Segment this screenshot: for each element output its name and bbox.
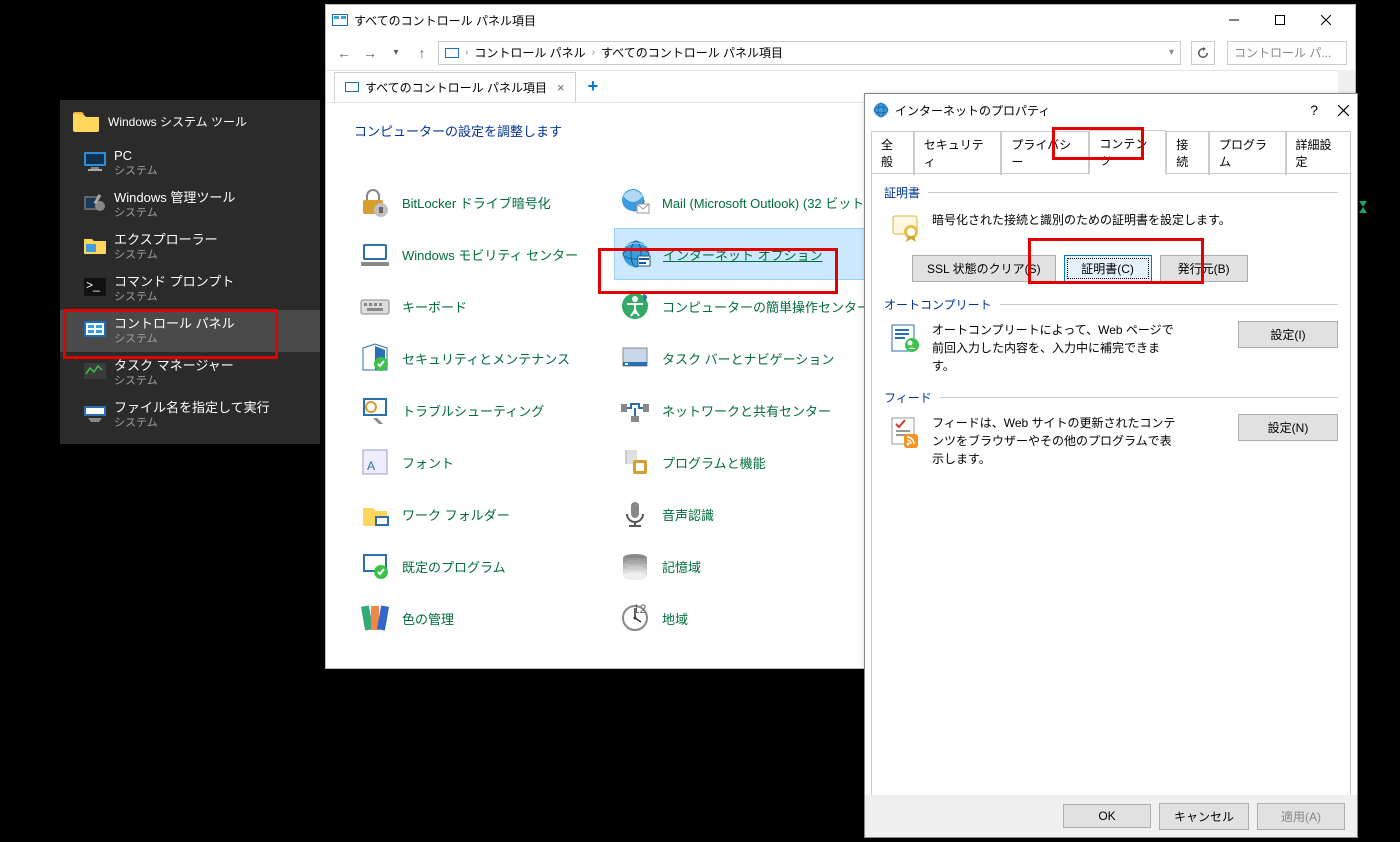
cp-item-speech[interactable]: 音声認識 [614,488,874,540]
tab-close-icon[interactable]: × [557,80,565,95]
publishers-button[interactable]: 発行元(B) [1160,255,1248,282]
maximize-button[interactable] [1257,6,1303,34]
back-button[interactable]: ← [334,45,354,61]
new-tab-button[interactable]: + [576,76,611,97]
close-button[interactable] [1338,105,1349,116]
fieldset-certificates: 証明書 暗号化された接続と識別のための証明書を設定します。 SSL 状態のクリア… [884,184,1338,282]
tab-programs[interactable]: プログラム [1209,131,1286,175]
cp-item-workfolders[interactable]: ワーク フォルダー [354,488,614,540]
tab-privacy[interactable]: プライバシー [1001,131,1089,175]
fieldset-autocomplete: オートコンプリート オートコンプリートによって、Web ページで前回入力した内容… [884,296,1338,375]
certificates-button[interactable]: 証明書(C) [1064,255,1152,282]
cmd-icon: >_ [82,276,108,298]
history-dropdown[interactable]: ▾ [386,47,406,58]
refresh-button[interactable] [1191,41,1215,65]
breadcrumb-dropdown-icon[interactable]: ▾ [1169,47,1174,58]
autocomplete-icon [888,321,922,355]
start-menu-folder-label: Windows システム ツール [108,113,247,130]
fieldset-feeds: フィード フィードは、Web サイトの更新されたコンテンツをブラウザーやその他の… [884,389,1338,468]
internet-properties-dialog: インターネットのプロパティ ? 全般 セキュリティ プライバシー コンテンツ 接… [864,93,1358,838]
cp-item-default-programs[interactable]: 既定のプログラム [354,540,614,592]
forward-button[interactable]: → [360,45,380,61]
sm-item-control-panel[interactable]: コントロール パネルシステム [60,310,320,352]
cp-titlebar[interactable]: すべてのコントロール パネル項目 [326,5,1355,35]
tab-connections[interactable]: 接続 [1166,131,1209,175]
tab-advanced[interactable]: 詳細設定 [1286,131,1352,175]
cp-item-region[interactable]: 12地域 [614,592,874,644]
start-menu: Windows システム ツール PCシステム Windows 管理ツールシステ… [60,100,320,444]
internet-properties-icon [873,102,889,118]
apply-button[interactable]: 適用(A) [1257,803,1345,830]
tools-icon [82,192,108,214]
start-menu-folder-header[interactable]: Windows システム ツール [60,100,320,142]
breadcrumb-icon [445,47,459,59]
task-manager-icon [82,360,108,382]
svg-text:>_: >_ [86,278,100,292]
svg-text:12: 12 [633,602,647,616]
explorer-icon [82,234,108,256]
folder-icon [72,110,100,132]
tab-icon [345,81,359,93]
feeds-icon [888,414,922,448]
sm-item-task-manager[interactable]: タスク マネージャーシステム [60,352,320,394]
ip-footer: OK キャンセル 適用(A) [865,795,1357,837]
cp-item-taskbar[interactable]: タスク バーとナビゲーション [614,332,874,384]
cp-item-troubleshoot[interactable]: トラブルシューティング [354,384,614,436]
cp-title-text: すべてのコントロール パネル項目 [354,12,536,29]
cp-item-bitlocker[interactable]: BitLocker ドライブ暗号化 [354,176,614,228]
control-panel-title-icon [332,12,348,28]
cp-navbar: ← → ▾ ↑ › コントロール パネル › すべてのコントロール パネル項目 … [326,35,1355,71]
ip-tab-content: 証明書 暗号化された接続と識別のための証明書を設定します。 SSL 状態のクリア… [871,173,1351,807]
ip-tabs: 全般 セキュリティ プライバシー コンテンツ 接続 プログラム 詳細設定 [865,126,1357,174]
cp-item-programs[interactable]: プログラムと機能 [614,436,874,488]
sm-item-explorer[interactable]: エクスプローラーシステム [60,226,320,268]
cancel-button[interactable]: キャンセル [1159,803,1249,830]
feed-settings-button[interactable]: 設定(N) [1238,414,1338,441]
tab-content[interactable]: コンテンツ [1089,130,1166,174]
overflow-indicator-icon [1357,199,1371,213]
sm-item-admin-tools[interactable]: Windows 管理ツールシステム [60,184,320,226]
cp-item-network[interactable]: ネットワークと共有センター [614,384,874,436]
cp-item-color[interactable]: 色の管理 [354,592,614,644]
ok-button[interactable]: OK [1063,804,1151,828]
cp-item-internet-options[interactable]: インターネット オプション [614,228,874,280]
help-button[interactable]: ? [1310,102,1318,118]
autocomplete-settings-button[interactable]: 設定(I) [1238,321,1338,348]
tab-security[interactable]: セキュリティ [914,131,1002,175]
cp-item-mail[interactable]: Mail (Microsoft Outlook) (32 ビット) [614,176,874,228]
ssl-clear-button[interactable]: SSL 状態のクリア(S) [912,255,1056,282]
control-panel-icon [82,318,108,340]
certificate-icon [888,211,922,245]
minimize-button[interactable] [1211,6,1257,34]
cp-item-ease-of-access[interactable]: コンピューターの簡単操作センター [614,280,874,332]
tab-general[interactable]: 全般 [871,131,914,175]
ip-title-text: インターネットのプロパティ [895,102,1050,119]
svg-text:A: A [367,459,375,473]
cp-item-fonts[interactable]: Aフォント [354,436,614,488]
cp-item-mobility[interactable]: Windows モビリティ センター [354,228,614,280]
close-button[interactable] [1303,6,1349,34]
cp-item-security[interactable]: セキュリティとメンテナンス [354,332,614,384]
cp-tab-all-items[interactable]: すべてのコントロール パネル項目 × [334,72,576,102]
cp-item-storage[interactable]: 記憶域 [614,540,874,592]
sm-item-pc[interactable]: PCシステム [60,142,320,184]
ip-titlebar[interactable]: インターネットのプロパティ ? [865,94,1357,126]
breadcrumb[interactable]: › コントロール パネル › すべてのコントロール パネル項目 ▾ [438,41,1181,65]
sm-item-cmd[interactable]: >_ コマンド プロンプトシステム [60,268,320,310]
monitor-icon [82,150,108,172]
run-icon [82,402,108,424]
cp-item-keyboard[interactable]: キーボード [354,280,614,332]
up-button[interactable]: ↑ [412,45,432,61]
sm-item-run[interactable]: ファイル名を指定して実行システム [60,394,320,436]
search-box[interactable]: コントロール パ... [1227,41,1347,65]
